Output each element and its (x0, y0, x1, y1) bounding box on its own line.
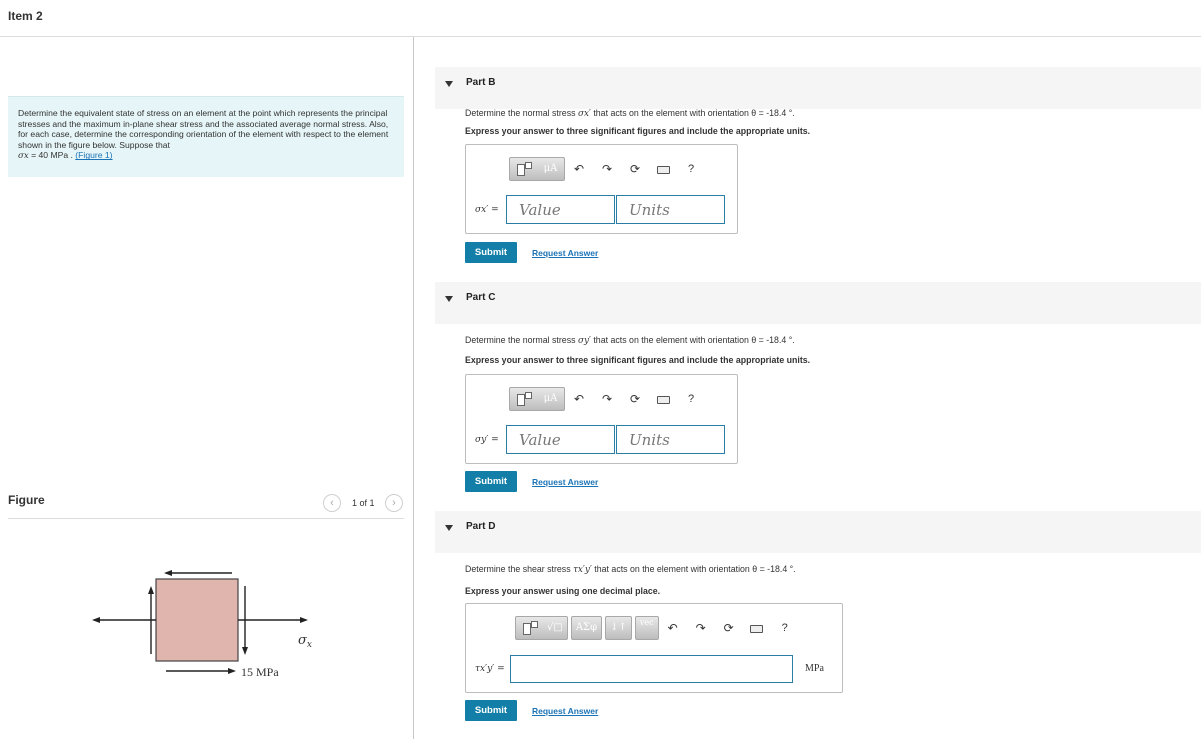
symbols-button[interactable]: ΑΣφ (572, 617, 601, 639)
undo-icon[interactable]: ↶ (659, 617, 687, 639)
math-toolbar: μA ↶ ↷ ⟳ ? (509, 386, 705, 412)
part-c-answer-box: μA ↶ ↷ ⟳ ? σy′ = Value Units (465, 374, 738, 464)
units-input[interactable]: Units (616, 425, 725, 454)
keyboard-icon[interactable] (649, 388, 677, 410)
prompt-post: that acts on the element with orientatio… (591, 564, 796, 574)
part-d-request-answer-link[interactable]: Request Answer (532, 706, 598, 716)
arrows-button[interactable]: ↓↑ (606, 617, 631, 639)
prompt-pre: Determine the normal stress (465, 108, 578, 118)
radical-button[interactable]: √□ (543, 617, 567, 639)
part-d-unit-label: MPa (805, 663, 824, 674)
arrows-group: ↓↑ (605, 616, 632, 640)
part-c-title: Part C (466, 292, 496, 303)
units-input[interactable]: Units (616, 195, 725, 224)
stress-element (155, 578, 239, 662)
math-toolbar: μA ↶ ↷ ⟳ ? (509, 156, 705, 182)
problem-statement: Determine the equivalent state of stress… (8, 96, 404, 177)
templates-button[interactable] (516, 617, 543, 639)
given-value: = 40 MPa . (28, 150, 76, 161)
undo-icon[interactable]: ↶ (565, 388, 593, 410)
right-pane: Part B Determine the normal stress σx′ t… (415, 37, 1201, 739)
figure-label: Figure (8, 493, 45, 507)
value-input[interactable]: Value (506, 195, 615, 224)
shear-value-label: 15 MPa (241, 665, 279, 679)
part-b-request-answer-link[interactable]: Request Answer (532, 248, 598, 258)
part-b-variable-label: σx′ = (475, 205, 499, 215)
collapse-triangle-icon[interactable] (445, 81, 453, 87)
template-buttons: √□ (515, 616, 568, 640)
redo-icon[interactable]: ↷ (593, 388, 621, 410)
reset-icon[interactable]: ⟳ (621, 388, 649, 410)
prompt-symbol: σy′ (577, 336, 591, 346)
part-c-header[interactable]: Part C (435, 282, 1201, 324)
reset-icon[interactable]: ⟳ (715, 617, 743, 639)
part-c-request-answer-link[interactable]: Request Answer (532, 477, 598, 487)
reset-icon[interactable]: ⟳ (621, 158, 649, 180)
part-d-instructions: Express your answer using one decimal pl… (465, 586, 661, 596)
redo-icon[interactable]: ↷ (593, 158, 621, 180)
given-symbol: σx (18, 151, 29, 162)
templates-button[interactable] (510, 388, 537, 410)
part-b-prompt: Determine the normal stress σx′ that act… (465, 108, 795, 119)
vec-group: vec (634, 616, 659, 640)
prompt-symbol: σx′ (577, 109, 591, 119)
part-c-prompt: Determine the normal stress σy′ that act… (465, 335, 795, 346)
help-button[interactable]: ? (677, 388, 705, 410)
help-button[interactable]: ? (677, 158, 705, 180)
chevron-left-icon[interactable]: ‹ (323, 494, 341, 512)
keyboard-icon[interactable] (743, 617, 771, 639)
figure-divider (8, 518, 404, 519)
vector-button[interactable]: vec (636, 617, 658, 639)
template-buttons: μA (509, 387, 565, 411)
prompt-post: that acts on the element with orientatio… (590, 335, 795, 345)
collapse-triangle-icon[interactable] (445, 296, 453, 302)
prompt-pre: Determine the shear stress (465, 564, 574, 574)
part-c-instructions: Express your answer to three significant… (465, 355, 811, 365)
part-c-submit-button[interactable]: Submit (465, 471, 517, 492)
top-bar: Item 2 (0, 0, 1201, 37)
collapse-triangle-icon[interactable] (445, 525, 453, 531)
part-b-header[interactable]: Part B (435, 67, 1201, 109)
part-d-variable-label: τx′y′ = (475, 664, 505, 674)
part-b-title: Part B (466, 77, 496, 88)
item-title: Item 2 (8, 9, 43, 23)
left-pane: Determine the equivalent state of stress… (0, 37, 414, 739)
sigma-x-label: σx (298, 633, 312, 650)
part-b-submit-button[interactable]: Submit (465, 242, 517, 263)
prompt-symbol: τx′y′ (573, 565, 592, 575)
figure-link[interactable]: (Figure 1) (75, 150, 112, 160)
part-d-prompt: Determine the shear stress τx′y′ that ac… (465, 564, 796, 575)
symbols-group: ΑΣφ (570, 616, 603, 640)
part-b-instructions: Express your answer to three significant… (465, 126, 811, 136)
value-input[interactable]: Value (506, 425, 615, 454)
part-d-answer-box: √□ ΑΣφ ↓↑ vec ↶ ↷ ⟳ ? τx′y′ = MPa (465, 603, 843, 693)
units-button[interactable]: μA (537, 388, 564, 410)
problem-text: Determine the equivalent state of stress… (18, 108, 389, 150)
prompt-pre: Determine the normal stress (465, 335, 578, 345)
stress-element-figure: σx 15 MPa (92, 570, 312, 679)
shear-answer-input[interactable] (510, 655, 793, 683)
redo-icon[interactable]: ↷ (687, 617, 715, 639)
part-d-header[interactable]: Part D (435, 511, 1201, 553)
part-c-variable-label: σy′ = (475, 435, 499, 445)
templates-button[interactable] (510, 158, 537, 180)
template-buttons: μA (509, 157, 565, 181)
figure-page-count: 1 of 1 (352, 498, 375, 508)
part-b-answer-box: μA ↶ ↷ ⟳ ? σx′ = Value Units (465, 144, 738, 234)
math-toolbar: √□ ΑΣφ ↓↑ vec ↶ ↷ ⟳ ? (515, 615, 799, 641)
part-d-title: Part D (466, 521, 496, 532)
figure-pager: ‹ 1 of 1 › (323, 494, 405, 512)
units-button[interactable]: μA (537, 158, 564, 180)
part-d-submit-button[interactable]: Submit (465, 700, 517, 721)
help-button[interactable]: ? (771, 617, 799, 639)
chevron-right-icon[interactable]: › (385, 494, 403, 512)
prompt-post: that acts on the element with orientatio… (590, 108, 795, 118)
keyboard-icon[interactable] (649, 158, 677, 180)
undo-icon[interactable]: ↶ (565, 158, 593, 180)
